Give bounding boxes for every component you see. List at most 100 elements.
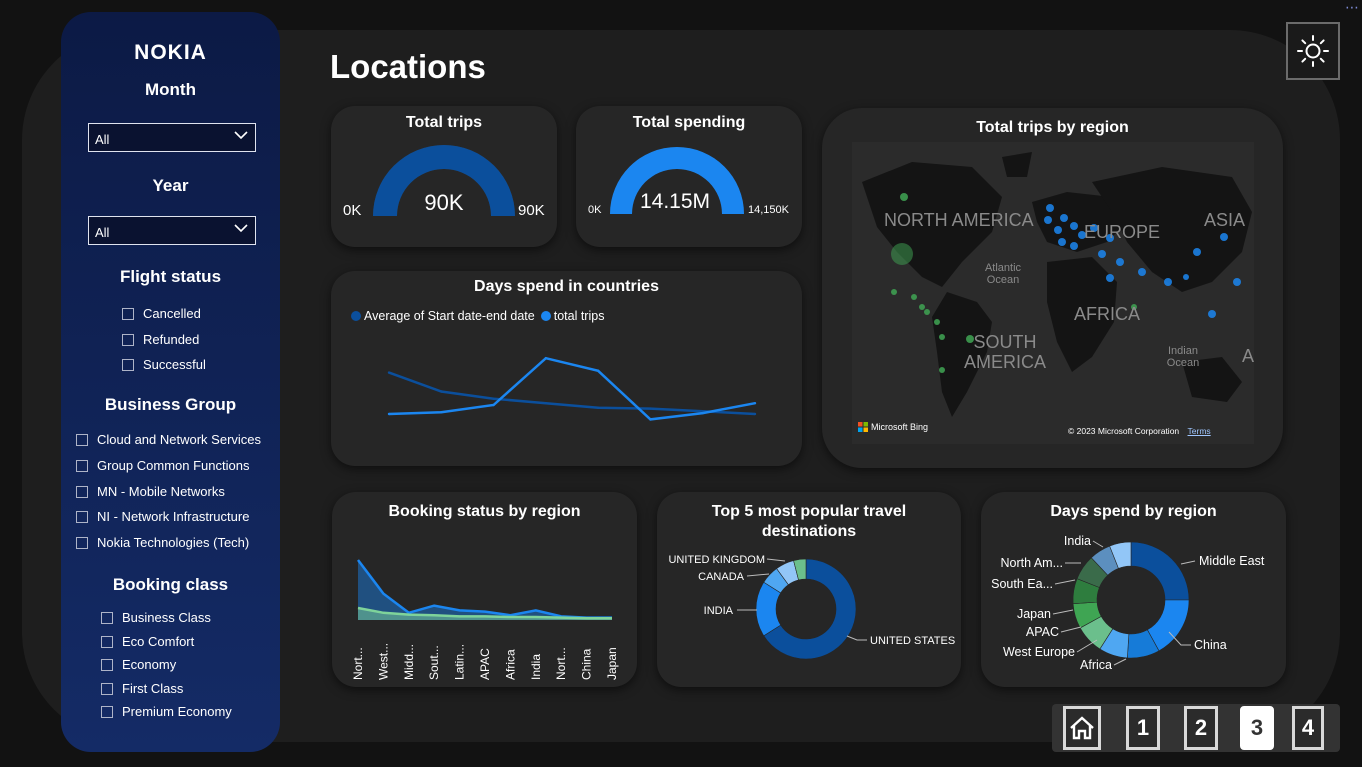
card-title: Total trips by region bbox=[976, 119, 1129, 136]
option-label: Eco Comfort bbox=[122, 634, 195, 649]
x-tick-label: China bbox=[580, 648, 594, 680]
slice-label: Africa bbox=[1080, 658, 1112, 672]
option-label: Economy bbox=[122, 657, 177, 672]
x-tick-label: Japan bbox=[605, 647, 619, 680]
page-2-button[interactable]: 2 bbox=[1184, 706, 1218, 750]
checkbox[interactable] bbox=[76, 433, 88, 446]
slice-label: APAC bbox=[1026, 625, 1059, 639]
flight-status-option[interactable]: Refunded bbox=[122, 332, 199, 347]
map-attribution: Microsoft Bing bbox=[858, 422, 928, 432]
chart-legend: Average of Start date-end date total tri… bbox=[351, 309, 604, 323]
map-label: A bbox=[1242, 346, 1254, 366]
option-label: Successful bbox=[143, 357, 206, 372]
checkbox[interactable] bbox=[122, 358, 134, 371]
card-title: Total spending bbox=[632, 114, 746, 131]
checkbox[interactable] bbox=[101, 611, 113, 624]
year-dropdown[interactable]: All bbox=[88, 216, 256, 245]
booking-class-option[interactable]: Premium Economy bbox=[101, 704, 232, 719]
total-trips-card: Total trips 90K 0K 90K bbox=[331, 106, 557, 247]
terms-link[interactable]: Terms bbox=[1188, 426, 1211, 436]
page-1-button[interactable]: 1 bbox=[1126, 706, 1160, 750]
x-tick-label: Nort... bbox=[554, 647, 568, 680]
business-group-option[interactable]: MN - Mobile Networks bbox=[76, 484, 225, 499]
legend-marker bbox=[540, 311, 551, 321]
card-title: Total trips bbox=[405, 114, 483, 131]
leader-line bbox=[1052, 609, 1074, 615]
option-label: Nokia Technologies (Tech) bbox=[97, 535, 250, 550]
days-spend-countries-card: Days spend in countries Average of Start… bbox=[331, 271, 802, 466]
gauge-max: 14,150K bbox=[748, 204, 789, 216]
month-dropdown-value: All bbox=[95, 132, 110, 147]
leader-line bbox=[1092, 540, 1104, 548]
leader-line bbox=[1113, 658, 1127, 666]
data-point bbox=[753, 402, 757, 405]
data-point bbox=[544, 357, 548, 360]
flight-status-title: Flight status bbox=[119, 267, 222, 286]
slice-label: INDIA bbox=[704, 605, 734, 617]
checkbox[interactable] bbox=[76, 510, 88, 523]
map-label: Atlantic Ocean bbox=[984, 262, 1022, 286]
checkbox[interactable] bbox=[101, 658, 113, 671]
page-3-button[interactable]: 3 bbox=[1240, 706, 1274, 750]
business-group-option[interactable]: NI - Network Infrastructure bbox=[76, 509, 249, 524]
home-button[interactable] bbox=[1063, 706, 1101, 750]
flight-status-option[interactable]: Successful bbox=[122, 357, 206, 372]
booking-class-option[interactable]: Business Class bbox=[101, 610, 211, 625]
data-point bbox=[596, 406, 600, 409]
booking-class-option[interactable]: Eco Comfort bbox=[101, 634, 194, 649]
business-group-option[interactable]: Nokia Technologies (Tech) bbox=[76, 535, 249, 550]
option-label: Premium Economy bbox=[122, 704, 232, 719]
business-group-option[interactable]: Group Common Functions bbox=[76, 458, 249, 473]
map-label: ASIA bbox=[1204, 210, 1246, 230]
option-label: First Class bbox=[122, 681, 184, 696]
top-destinations-card: Top 5 most popular travel destinations U… bbox=[657, 492, 961, 687]
option-label: MN - Mobile Networks bbox=[97, 484, 225, 499]
checkbox[interactable] bbox=[122, 307, 134, 320]
page-4-button[interactable]: 4 bbox=[1292, 706, 1324, 750]
month-dropdown[interactable]: All bbox=[88, 123, 256, 152]
slice-label: India bbox=[1064, 534, 1091, 548]
option-label: Group Common Functions bbox=[97, 458, 250, 473]
year-dropdown-value: All bbox=[95, 225, 110, 240]
card-title: Days spend in countries bbox=[474, 278, 659, 295]
x-tick-label: Nort... bbox=[351, 647, 365, 680]
days-by-region-card: Days spend by region India North Am... Sou… bbox=[981, 492, 1286, 687]
data-point bbox=[701, 411, 704, 415]
checkbox[interactable] bbox=[101, 705, 113, 718]
checkbox[interactable] bbox=[101, 635, 113, 648]
option-label: Refunded bbox=[143, 332, 200, 347]
world-map bbox=[862, 152, 1252, 417]
microsoft-logo-icon bbox=[858, 422, 868, 432]
leader-line bbox=[1060, 626, 1082, 633]
checkbox[interactable] bbox=[101, 682, 113, 695]
x-tick-label: Midd... bbox=[402, 644, 416, 680]
leader-line bbox=[846, 635, 867, 641]
page-title: Locations bbox=[330, 48, 486, 85]
checkbox[interactable] bbox=[122, 333, 134, 346]
leader-line bbox=[766, 558, 786, 562]
checkbox[interactable] bbox=[76, 459, 88, 472]
booking-class-option[interactable]: Economy bbox=[101, 657, 176, 672]
x-tick-label: Sout... bbox=[427, 645, 441, 680]
theme-toggle-button[interactable] bbox=[1286, 22, 1340, 80]
business-group-option[interactable]: Cloud and Network Services bbox=[76, 432, 261, 447]
option-label: Business Class bbox=[122, 610, 211, 625]
attribution-text: Microsoft Bing bbox=[871, 422, 929, 432]
slice-label: South Ea... bbox=[991, 577, 1053, 591]
region-map[interactable]: NORTH AMERICA EUROPE ASIA Atlantic Ocean… bbox=[852, 142, 1254, 444]
flight-status-option[interactable]: Cancelled bbox=[122, 306, 201, 321]
gauge-max: 90K bbox=[518, 202, 545, 219]
nokia-logo: NOKIA bbox=[134, 41, 207, 64]
gauge-min: 0K bbox=[343, 202, 362, 219]
checkbox[interactable] bbox=[76, 485, 88, 498]
map-label: Indian Ocean bbox=[1166, 345, 1200, 369]
slice-label: CANADA bbox=[698, 571, 745, 583]
checkbox[interactable] bbox=[76, 536, 88, 549]
booking-status-area-chart: Nort... West... Midd... Sout... Latin... APAC… bbox=[351, 559, 619, 680]
slice-label: North Am... bbox=[1000, 556, 1063, 570]
more-options-icon[interactable]: ⋯ bbox=[1345, 0, 1360, 16]
x-tick-label: APAC bbox=[478, 648, 492, 680]
data-point bbox=[544, 402, 548, 405]
booking-class-option[interactable]: First Class bbox=[101, 681, 183, 696]
legend-label: Average of Start date-end date bbox=[364, 309, 535, 323]
